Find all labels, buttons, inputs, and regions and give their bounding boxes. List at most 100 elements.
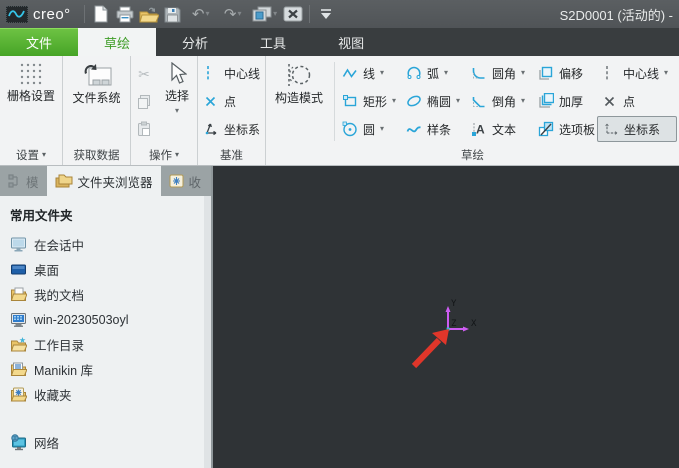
tab-view[interactable]: 视图 — [312, 28, 390, 56]
construction-csys-button[interactable]: 坐标系 — [597, 116, 677, 142]
tab-favorites[interactable]: 收 — [161, 166, 210, 196]
folder-item-in-session[interactable]: 在会话中 — [10, 232, 201, 257]
palette-button[interactable]: 选项板 — [533, 115, 597, 143]
offset-button[interactable]: 偏移 — [533, 59, 597, 87]
tab-model-tree[interactable]: 模 — [0, 166, 47, 196]
line-button[interactable]: 线▾ — [337, 59, 401, 87]
save-button[interactable] — [162, 2, 184, 26]
redo-dropdown-arrow-icon: ▾ — [237, 10, 241, 18]
file-system-label: 文件系统 — [72, 92, 120, 105]
construction-mode-button[interactable]: 构造模式 — [266, 58, 332, 145]
windows-dropdown-arrow-icon: ▾ — [273, 10, 277, 18]
open-file-button[interactable] — [138, 2, 160, 26]
folder-item-network[interactable]: 网络 — [10, 430, 201, 455]
folder-item-working-directory[interactable]: 工作目录 — [10, 332, 201, 357]
thicken-button[interactable]: 加厚 — [533, 87, 597, 115]
rectangle-icon — [342, 93, 358, 109]
ellipse-button[interactable]: 椭圆▾ — [401, 87, 466, 115]
rectangle-button[interactable]: 矩形▾ — [337, 87, 401, 115]
canvas-graphics: Y Z X — [213, 166, 677, 468]
folder-browser-icon — [55, 174, 73, 189]
chamfer-button[interactable]: 倒角▾ — [466, 87, 533, 115]
sketch-coordinate-system: Y Z X — [446, 299, 478, 332]
tab-sketch[interactable]: 草绘 — [78, 28, 156, 56]
folder-item-desktop[interactable]: 桌面 — [10, 257, 201, 282]
working-directory-folder-icon — [10, 336, 27, 353]
datum-point-button[interactable]: 点 — [198, 87, 265, 115]
tab-tools[interactable]: 工具 — [234, 28, 312, 56]
grid-settings-button[interactable]: 栅格设置 — [0, 58, 62, 145]
text-icon: A — [471, 121, 487, 137]
construction-centerline-button[interactable]: 中心线▾ — [597, 59, 677, 87]
fillet-button[interactable]: 圆角▾ — [466, 59, 533, 87]
select-cursor-icon — [168, 62, 187, 86]
text-button[interactable]: A 文本 — [466, 115, 533, 143]
quick-access-toolbar: ↶ ▾ ↷ ▾ ▾ — [90, 2, 304, 26]
file-system-button[interactable]: 文件系统 — [63, 58, 130, 145]
redo-icon: ↷ — [224, 7, 237, 22]
point-x-icon — [203, 93, 219, 109]
model-tree-icon — [8, 174, 21, 188]
customize-toolbar-button[interactable] — [315, 2, 337, 26]
sketch-canvas[interactable]: Y Z X — [213, 166, 679, 468]
close-window-button[interactable] — [282, 2, 304, 26]
spline-button[interactable]: 样条 — [401, 115, 466, 143]
paste-icon[interactable] — [136, 121, 152, 137]
group-label-sketch: 草绘 — [266, 145, 679, 165]
dropdown-arrow-icon: ▾ — [521, 97, 525, 105]
dropdown-arrow-icon: ▾ — [380, 125, 384, 133]
group-label-get-data: 获取数据 — [63, 145, 130, 165]
tab-analysis[interactable]: 分析 — [156, 28, 234, 56]
print-button[interactable] — [114, 2, 136, 26]
folder-item-computer[interactable]: win-20230503oyl — [10, 307, 201, 332]
select-button[interactable]: 选择 ▾ — [157, 58, 197, 145]
creo-wave-icon — [6, 6, 28, 23]
axis-label-y: Y — [451, 299, 457, 309]
construction-point-button[interactable]: 点 — [597, 87, 677, 115]
svg-text:A: A — [476, 123, 485, 137]
sidebar-scrollbar[interactable] — [204, 196, 211, 468]
folder-item-manikin-library[interactable]: Manikin 库 — [10, 357, 201, 382]
group-label-settings[interactable]: 设置▾ — [0, 145, 62, 165]
folder-browser-panel: 常用文件夹 在会话中 桌面 我的文档 win-20230503oyl — [0, 196, 211, 468]
circle-button[interactable]: 圆▾ — [337, 115, 401, 143]
dropdown-arrow-icon: ▾ — [392, 97, 396, 105]
tab-file[interactable]: 文件 — [0, 28, 78, 56]
desktop-icon — [10, 261, 27, 278]
csys-gray-icon — [603, 121, 619, 137]
copy-icon[interactable] — [136, 94, 152, 110]
group-inner-separator — [334, 62, 335, 141]
grid-settings-label: 栅格设置 — [7, 90, 55, 103]
dropdown-arrow-icon: ▾ — [521, 69, 525, 77]
undo-dropdown-arrow-icon: ▾ — [205, 10, 209, 18]
axis-label-z: Z — [451, 319, 457, 329]
folder-item-favorites[interactable]: 收藏夹 — [10, 382, 201, 407]
datum-csys-button[interactable]: 坐标系 — [198, 115, 265, 143]
circle-icon — [342, 121, 358, 137]
arc-button[interactable]: 弧▾ — [401, 59, 466, 87]
navigator-tabs: 模 文件夹浏览器 收 — [0, 166, 211, 196]
tab-folder-browser[interactable]: 文件夹浏览器 — [47, 166, 161, 196]
group-label-operations[interactable]: 操作▾ — [131, 145, 197, 165]
centerline-icon — [203, 65, 219, 81]
select-label: 选择 — [165, 90, 189, 103]
chamfer-icon — [471, 93, 487, 109]
dropdown-arrow-icon: ▾ — [380, 69, 384, 77]
redo-button[interactable]: ↷ ▾ — [218, 2, 248, 26]
grid-dots-icon — [18, 62, 44, 86]
undo-button[interactable]: ↶ ▾ — [186, 2, 216, 26]
windows-button[interactable]: ▾ — [250, 2, 280, 26]
folder-item-my-documents[interactable]: 我的文档 — [10, 282, 201, 307]
datum-centerline-button[interactable]: 中心线 — [198, 59, 265, 87]
new-file-button[interactable] — [90, 2, 112, 26]
cut-icon[interactable]: ✂ — [138, 66, 150, 83]
axis-label-x: X — [471, 319, 477, 329]
windows-icon — [252, 6, 272, 22]
fillet-icon — [471, 65, 487, 81]
offset-icon — [538, 65, 554, 81]
dropdown-arrow-icon: ▾ — [444, 69, 448, 77]
red-annotation-arrow — [414, 329, 449, 366]
dropdown-arrow-icon: ▾ — [664, 69, 668, 77]
creo-logo: creo° — [6, 6, 71, 23]
navigator-sidebar: 模 文件夹浏览器 收 常用文件夹 在会话中 — [0, 166, 213, 468]
